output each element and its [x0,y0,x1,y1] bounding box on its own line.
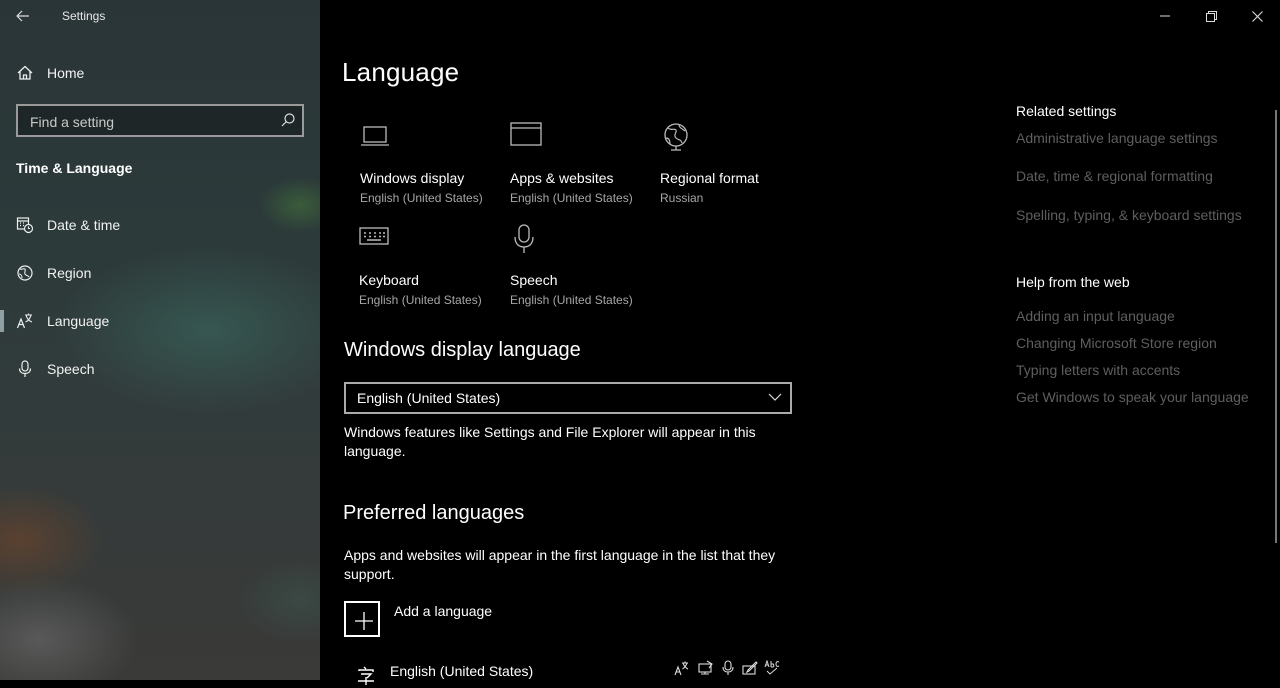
sidebar-item-label: Region [47,265,92,281]
search-box[interactable] [16,104,304,137]
chevron-down-icon [768,393,782,401]
tile-value: Russian [660,191,704,205]
display-language-description: Windows features like Settings and File … [344,424,756,459]
link-changing-store-region[interactable]: Changing Microsoft Store region [1016,335,1217,351]
link-administrative-language[interactable]: Administrative language settings [1016,130,1218,146]
tile-value: English (United States) [360,191,483,205]
display-language-icon [674,661,689,676]
search-input[interactable] [28,111,272,133]
restore-icon [1205,10,1217,22]
speech-recognition-icon [722,660,734,675]
browser-window-icon [510,122,542,146]
tile-windows-display[interactable]: Windows display English (United States) [360,122,510,214]
preferred-languages-heading: Preferred languages [343,502,525,524]
handwriting-icon [742,661,758,675]
sidebar-item-home[interactable]: Home [0,53,320,93]
tile-name: Keyboard [359,272,419,288]
keyboard-icon [359,227,389,245]
sidebar-item-label: Language [47,313,110,329]
related-settings-heading: Related settings [1016,103,1117,119]
scrollbar[interactable] [1275,110,1277,543]
close-icon [1251,10,1263,22]
sidebar-item-date-time[interactable]: Date & time [0,205,320,245]
display-language-dropdown[interactable]: English (United States) [344,382,792,414]
section-title: Time & Language [16,160,133,176]
add-language-box [344,601,380,637]
spellcheck-icon [764,660,780,675]
page-title: Language [342,57,460,87]
display-language-heading: Windows display language [344,339,581,361]
tile-regional-format[interactable]: Regional format Russian [660,122,810,214]
sidebar-item-language[interactable]: Language [0,301,320,341]
minimize-icon [1160,15,1170,17]
link-adding-input-language[interactable]: Adding an input language [1016,308,1175,324]
restore-button[interactable] [1188,0,1234,32]
language-label: English (United States) [390,663,534,679]
search-icon[interactable] [280,112,296,128]
link-date-time-regional[interactable]: Date, time & regional formatting [1016,168,1213,184]
text-to-speech-icon [698,660,713,675]
close-button[interactable] [1234,0,1280,32]
app-title: Settings [62,9,106,23]
language-icon [16,313,33,329]
plus-icon [355,612,373,630]
regional-globe-icon [664,123,688,151]
tile-value: English (United States) [510,293,633,307]
tile-speech[interactable]: Speech English (United States) [510,224,660,316]
dropdown-value: English (United States) [357,390,501,406]
laptop-icon [361,126,389,146]
preferred-languages-description: Apps and websites will appear in the fir… [344,547,776,582]
tile-keyboard[interactable]: Keyboard English (United States) [359,224,509,316]
tile-name: Apps & websites [510,170,614,186]
tile-value: English (United States) [510,191,633,205]
language-character-icon [358,666,374,685]
tile-name: Windows display [360,170,465,186]
sidebar: Settings Home Time & Language Date & tim… [0,0,320,680]
sidebar-item-speech[interactable]: Speech [0,349,320,389]
tile-apps-websites[interactable]: Apps & websites English (United States) [510,122,660,214]
add-language-button[interactable]: Add a language [344,601,644,639]
tile-value: English (United States) [359,293,482,307]
sidebar-item-label: Speech [47,361,95,377]
add-language-label: Add a language [394,603,493,619]
link-typing-accents[interactable]: Typing letters with accents [1016,362,1180,378]
tile-name: Regional format [660,170,759,186]
microphone-icon [514,224,534,253]
sidebar-item-label: Home [47,65,85,81]
minimize-button[interactable] [1142,0,1188,32]
home-icon [17,65,33,80]
tile-name: Speech [510,272,558,288]
language-list-item[interactable]: English (United States) [344,658,794,688]
sidebar-item-label: Date & time [47,217,121,233]
back-button[interactable] [0,0,46,32]
link-speak-your-language[interactable]: Get Windows to speak your language [1016,389,1249,405]
help-from-web-heading: Help from the web [1016,274,1130,290]
sidebar-item-region[interactable]: Region [0,253,320,293]
link-spelling-typing-keyboard[interactable]: Spelling, typing, & keyboard settings [1016,207,1242,223]
microphone-icon [18,360,32,377]
globe-icon [17,265,33,281]
calendar-clock-icon [16,217,34,234]
back-arrow-icon [16,10,29,22]
